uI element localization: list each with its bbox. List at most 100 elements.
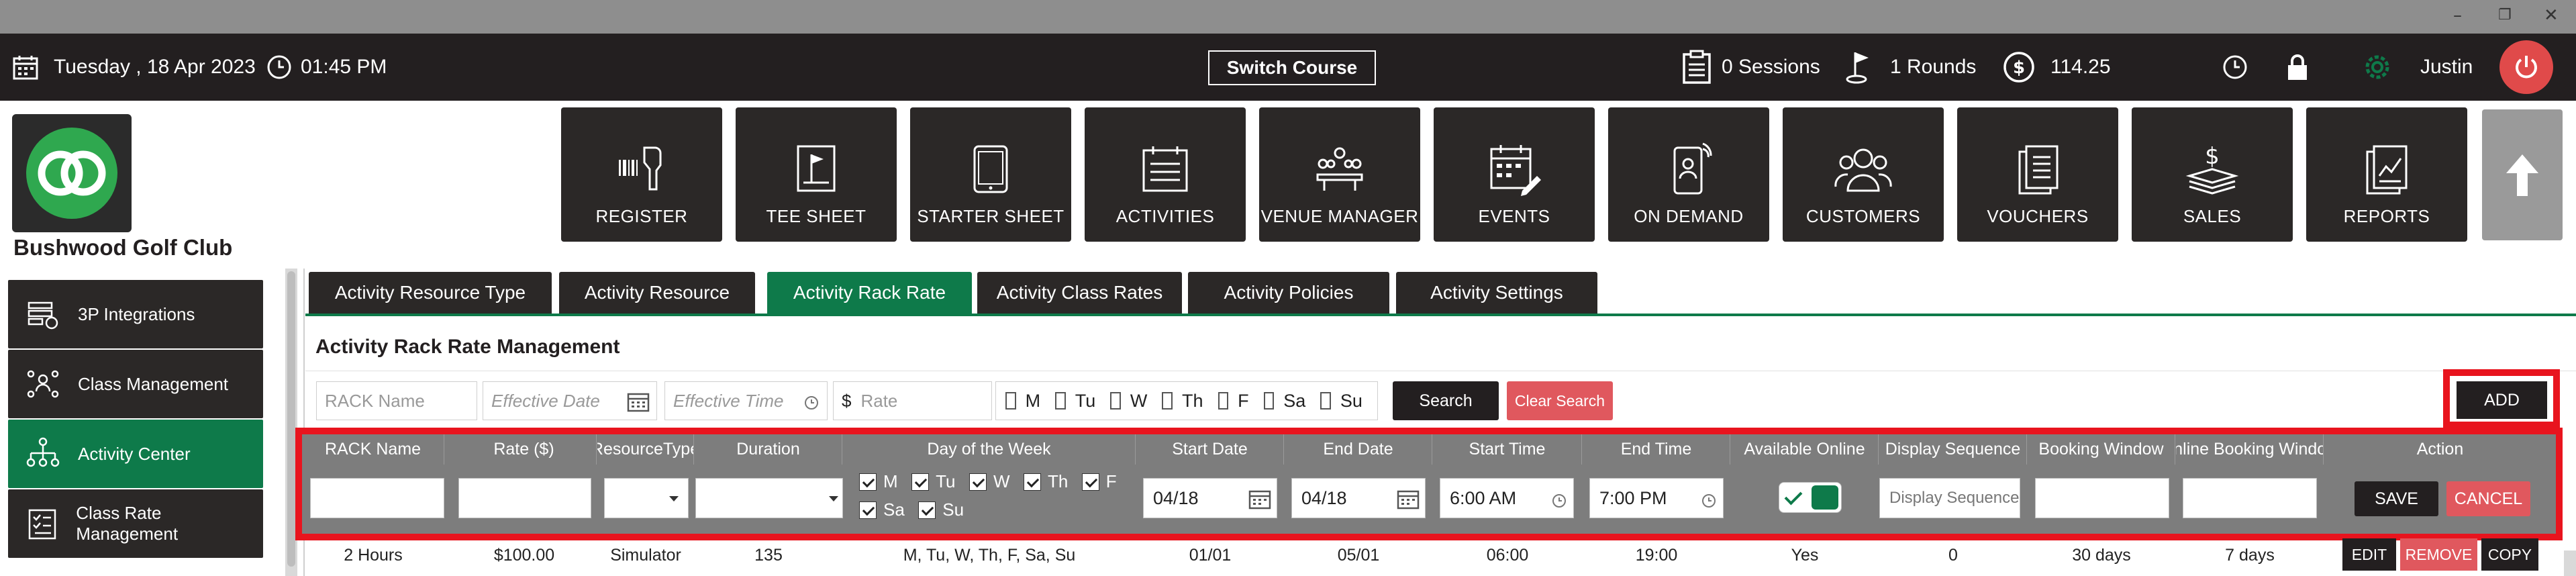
user-name[interactable]: Justin — [2420, 34, 2473, 101]
add-button[interactable]: ADD — [2457, 381, 2547, 419]
sidebar-item-label: Class Rate Management — [76, 503, 179, 544]
nav-vouchers[interactable]: VOUCHERS — [1957, 107, 2118, 242]
rate-filter[interactable]: $ Rate — [833, 381, 992, 420]
search-button[interactable]: Search — [1393, 381, 1499, 420]
table-cell: Yes — [1791, 546, 1819, 565]
table-cell: 7 days — [2225, 546, 2275, 565]
effective-time-filter[interactable]: Effective Time — [664, 381, 828, 420]
day-checkbox-tu[interactable] — [1055, 392, 1066, 410]
tab-activity-policies[interactable]: Activity Policies — [1188, 272, 1389, 314]
switch-course-button[interactable]: Switch Course — [1208, 50, 1376, 85]
remove-button[interactable]: REMOVE — [2400, 538, 2477, 571]
sidebar-scroll-thumb[interactable] — [287, 271, 295, 567]
calendar-edit-icon — [1487, 132, 1541, 206]
close-icon[interactable]: ✕ — [2544, 5, 2559, 26]
table-cell: 05/01 — [1337, 546, 1380, 565]
day-label: Tu — [1075, 390, 1096, 411]
sessions-display[interactable]: 0 Sessions — [1681, 34, 1820, 101]
history-icon[interactable] — [2222, 34, 2248, 101]
table-cell: 0 — [1948, 546, 1958, 565]
nav-label: EVENTS — [1478, 206, 1550, 226]
settings-gear-icon[interactable] — [2360, 34, 2395, 101]
hierarchy-icon — [8, 437, 78, 471]
sidebar-item-label: Class Management — [78, 373, 228, 394]
day-label: Sa — [1283, 390, 1306, 411]
clipboard-icon — [1681, 50, 1712, 85]
day-label: Th — [1182, 390, 1203, 411]
balance-display[interactable]: $ 114.25 — [2002, 34, 2111, 101]
svg-text:$: $ — [2013, 58, 2025, 78]
rack-name-filter[interactable]: RACK Name — [316, 381, 477, 420]
nav-customers[interactable]: CUSTOMERS — [1783, 107, 1944, 242]
tab-activity-rack-rate[interactable]: Activity Rack Rate — [767, 272, 972, 314]
table-cell: M, Tu, W, Th, F, Sa, Su — [903, 546, 1076, 565]
nav-label: CUSTOMERS — [1805, 206, 1921, 226]
nav-tee-sheet[interactable]: TEE SHEET — [736, 107, 897, 242]
clock-icon[interactable] — [804, 394, 819, 415]
nav-starter-sheet[interactable]: STARTER SHEET — [910, 107, 1071, 242]
grid-highlight — [295, 428, 2563, 540]
table-cell: 30 days — [2072, 546, 2131, 565]
calendar-icon — [12, 54, 39, 81]
day-label: M — [1025, 390, 1041, 411]
day-checkbox-f[interactable] — [1218, 392, 1229, 410]
day-checkbox-w[interactable] — [1110, 392, 1121, 410]
clear-search-button[interactable]: Clear Search — [1507, 381, 1613, 420]
day-checkbox-sa[interactable] — [1263, 392, 1275, 410]
sidebar-item-class-rate-management[interactable]: Class Rate Management — [8, 489, 263, 558]
users-icon — [1834, 132, 1892, 206]
day-label: W — [1130, 390, 1148, 411]
nav-register[interactable]: REGISTER — [561, 107, 722, 242]
effective-date-filter[interactable]: Effective Date — [483, 381, 657, 420]
page-title: Activity Rack Rate Management — [315, 336, 620, 358]
restore-icon[interactable]: ❐ — [2498, 7, 2512, 23]
nav-reports[interactable]: REPORTS — [2306, 107, 2467, 242]
checklist-icon — [8, 506, 76, 541]
tab-activity-resource[interactable]: Activity Resource — [559, 272, 755, 314]
tab-activity-settings[interactable]: Activity Settings — [1396, 272, 1597, 314]
nav-activities[interactable]: ACTIVITIES — [1085, 107, 1246, 242]
nav-label: ON DEMAND — [1634, 206, 1744, 226]
sidebar-item-class-management[interactable]: Class Management — [8, 350, 263, 418]
day-checkbox-m[interactable] — [1005, 392, 1016, 410]
sidebar: 3P Integrations Class Management Activit… — [0, 269, 282, 576]
lock-icon[interactable] — [2285, 34, 2310, 101]
club-logo — [12, 114, 132, 232]
rate-placeholder: Rate — [860, 390, 898, 411]
nav-on-demand[interactable]: ON DEMAND — [1608, 107, 1769, 242]
arrow-up-icon — [2506, 154, 2538, 196]
rounds-display[interactable]: 1 Rounds — [1846, 34, 1976, 101]
table-cell: Simulator — [610, 546, 681, 565]
day-checkbox-th[interactable] — [1162, 392, 1173, 410]
phone-icon — [1665, 132, 1712, 206]
copy-button[interactable]: COPY — [2481, 538, 2538, 571]
day-checkbox-su[interactable] — [1320, 392, 1331, 410]
effective-time-placeholder: Effective Time — [673, 390, 784, 411]
documents-icon — [2014, 132, 2061, 206]
tab-activity-resource-type[interactable]: Activity Resource Type — [309, 272, 552, 314]
currency-symbol: $ — [842, 390, 852, 411]
nav-sales[interactable]: $ SALES — [2132, 107, 2293, 242]
date-display: Tuesday , 18 Apr 2023 — [12, 34, 256, 101]
club-name: Bushwood Golf Club — [13, 235, 233, 260]
nav-venue-manager[interactable]: VENUE MANAGER — [1259, 107, 1420, 242]
sidebar-item-activity-center[interactable]: Activity Center — [8, 420, 263, 488]
nav-label: SALES — [2183, 206, 2242, 226]
tablet-icon — [971, 132, 1011, 206]
calendar-icon[interactable] — [627, 391, 650, 417]
edit-button[interactable]: EDIT — [2342, 538, 2396, 571]
nav-label: REGISTER — [595, 206, 688, 226]
balance-amount: 114.25 — [2050, 56, 2111, 78]
current-date: Tuesday , 18 Apr 2023 — [54, 56, 256, 78]
top-bar: Tuesday , 18 Apr 2023 01:45 PM Switch Co… — [0, 34, 2576, 101]
scroll-up-button[interactable] — [2482, 109, 2563, 240]
nav-events[interactable]: EVENTS — [1434, 107, 1595, 242]
minimize-icon[interactable]: – — [2453, 5, 2462, 26]
content-scrollbar[interactable] — [2564, 550, 2576, 576]
power-button[interactable] — [2499, 40, 2553, 94]
sidebar-item-3p-integrations[interactable]: 3P Integrations — [8, 280, 263, 348]
report-chart-icon — [2363, 132, 2410, 206]
tab-activity-class-rates[interactable]: Activity Class Rates — [977, 272, 1182, 314]
table-cell: 2 Hours — [344, 546, 403, 565]
nav-label: VOUCHERS — [1987, 206, 2089, 226]
